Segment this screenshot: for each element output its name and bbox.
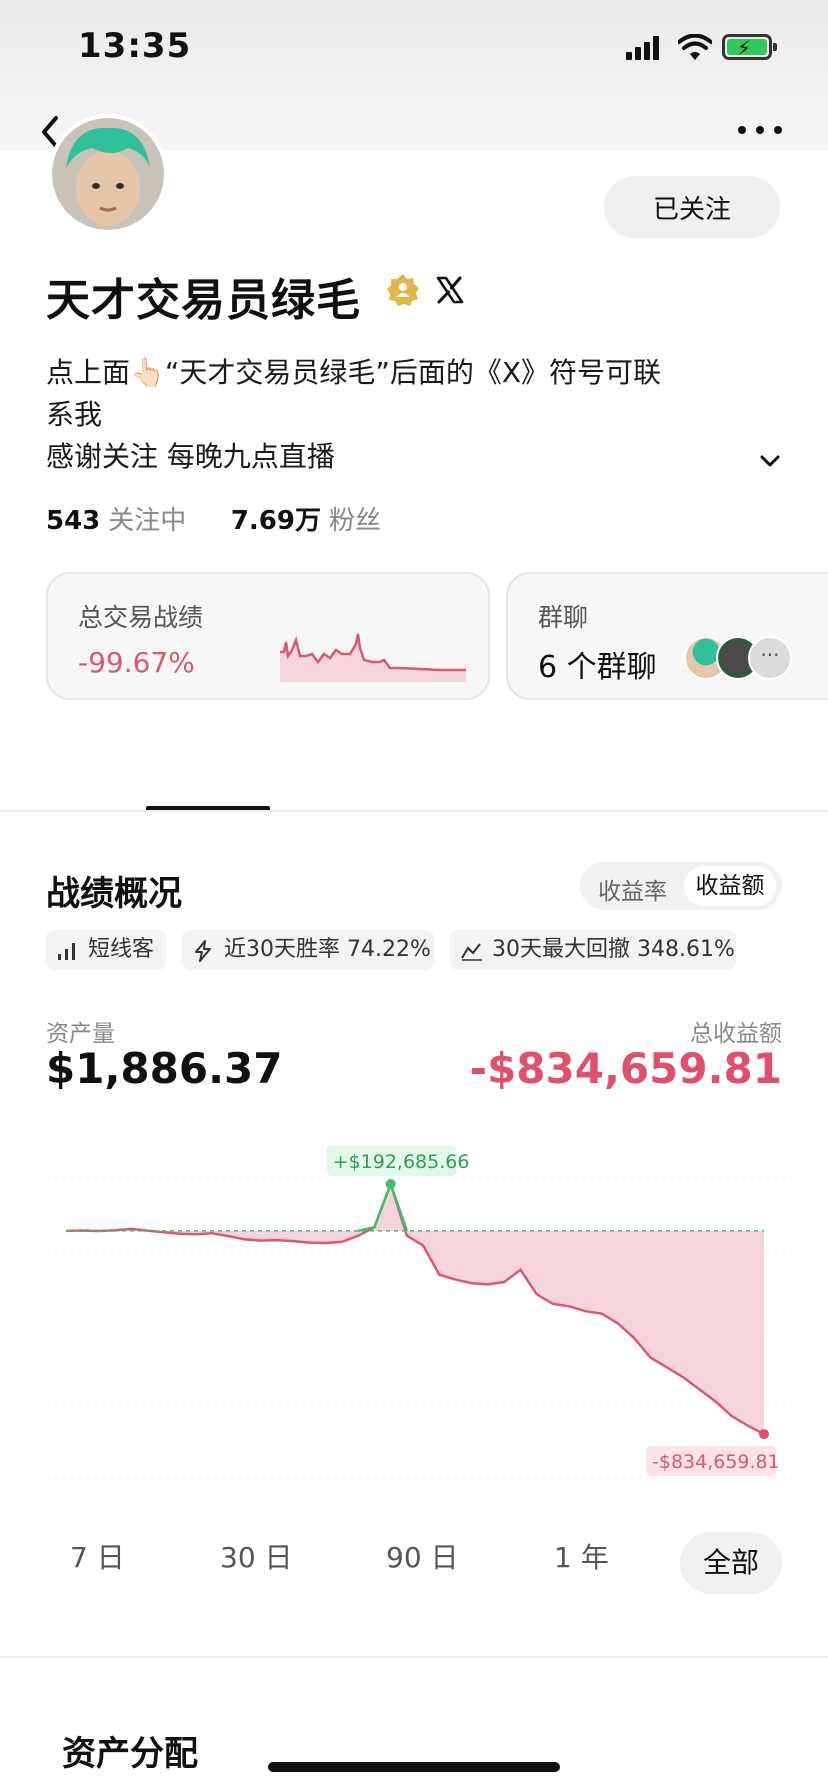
follow-button[interactable]: 已关注 xyxy=(604,176,780,238)
pnl-label: 总收益额 xyxy=(690,1021,782,1047)
trade-sparkline xyxy=(280,633,466,682)
trade-record-value: -99.67% xyxy=(78,646,195,679)
range-1y[interactable]: 1 年 xyxy=(554,1536,609,1576)
verified-badge-icon xyxy=(387,274,419,306)
wifi-icon xyxy=(678,34,712,60)
lightning-icon xyxy=(195,940,211,962)
chart-end-label-text: -$834,659.81 xyxy=(652,1451,780,1473)
metric-toggle[interactable]: 收益率 收益额 xyxy=(580,862,782,910)
cellular-signal-icon xyxy=(626,36,666,60)
chart-end-label: -$834,659.81 xyxy=(646,1446,780,1477)
range-7d[interactable]: 7 日 xyxy=(70,1536,125,1576)
home-indicator xyxy=(268,1762,560,1772)
tag-label: 30天最大回撤 348.61% xyxy=(492,937,735,962)
asset-distribution-title: 资产分配 xyxy=(62,1734,198,1774)
more-options-icon[interactable] xyxy=(738,118,786,138)
chart-peak-point xyxy=(385,1178,396,1189)
bar-chart-icon xyxy=(58,943,75,960)
asset-label: 资产量 xyxy=(46,1021,115,1047)
profile-bio: 点上面👆🏻“天才交易员绿毛”后面的《X》符号可联 系我 感谢关注 每晚九点直播 xyxy=(46,352,746,478)
bio-line: 系我 xyxy=(46,398,103,431)
trade-record-title: 总交易战绩 xyxy=(78,603,204,632)
toggle-return-rate[interactable]: 收益率 xyxy=(598,872,667,906)
tag-trader-type: 短线客 xyxy=(46,930,166,970)
chart-end-point xyxy=(759,1429,769,1440)
range-30d[interactable]: 30 日 xyxy=(220,1536,293,1576)
tag-win-rate: 近30天胜率 74.22% xyxy=(182,930,434,970)
following-label[interactable]: 关注中 xyxy=(108,506,186,536)
bio-line: 点上面👆🏻“天才交易员绿毛”后面的《X》符号可联 xyxy=(46,356,662,389)
battery-icon: ⚡ xyxy=(722,34,777,60)
status-time: 13:35 xyxy=(78,26,192,66)
avatar[interactable] xyxy=(52,118,164,230)
pnl-chart[interactable]: +$192,685.66 -$834,659.81 xyxy=(46,1140,792,1480)
chart-peak-label: +$192,685.66 xyxy=(326,1145,470,1176)
range-90d[interactable]: 90 日 xyxy=(386,1536,459,1576)
tag-max-drawdown: 30天最大回撤 348.61% xyxy=(450,930,736,970)
group-chat-title: 群聊 xyxy=(538,603,589,632)
x-social-icon[interactable] xyxy=(434,274,466,306)
group-chat-card[interactable]: 群聊 6 个群聊 ··· xyxy=(506,572,828,700)
trend-icon xyxy=(461,943,482,961)
following-count[interactable]: 543 xyxy=(46,506,100,536)
group-chat-count: 6 个群聊 xyxy=(538,650,657,685)
chart-peak-label-text: +$192,685.66 xyxy=(333,1151,470,1173)
followers-count[interactable]: 7.69万 xyxy=(231,506,321,536)
divider xyxy=(0,1656,828,1658)
chevron-down-icon[interactable] xyxy=(758,452,782,470)
asset-value: $1,886.37 xyxy=(46,1044,283,1093)
pnl-value: -$834,659.81 xyxy=(469,1044,782,1093)
more-groups-icon: ··· xyxy=(748,636,792,680)
divider xyxy=(0,810,828,812)
toggle-return-amount[interactable]: 收益额 xyxy=(684,866,776,906)
followers-label[interactable]: 粉丝 xyxy=(329,506,381,536)
performance-title: 战绩概况 xyxy=(46,874,182,914)
tag-label: 近30天胜率 74.22% xyxy=(224,937,431,962)
tag-label: 短线客 xyxy=(88,937,155,962)
chart-area-fill xyxy=(66,1184,764,1435)
range-all[interactable]: 全部 xyxy=(680,1532,782,1594)
profile-name: 天才交易员绿毛 xyxy=(46,275,361,326)
trade-record-card[interactable]: 总交易战绩 -99.67% xyxy=(46,572,490,700)
bio-line: 感谢关注 每晚九点直播 xyxy=(46,440,335,473)
profile-stats: 543 关注中 7.69万 粉丝 xyxy=(46,500,381,537)
